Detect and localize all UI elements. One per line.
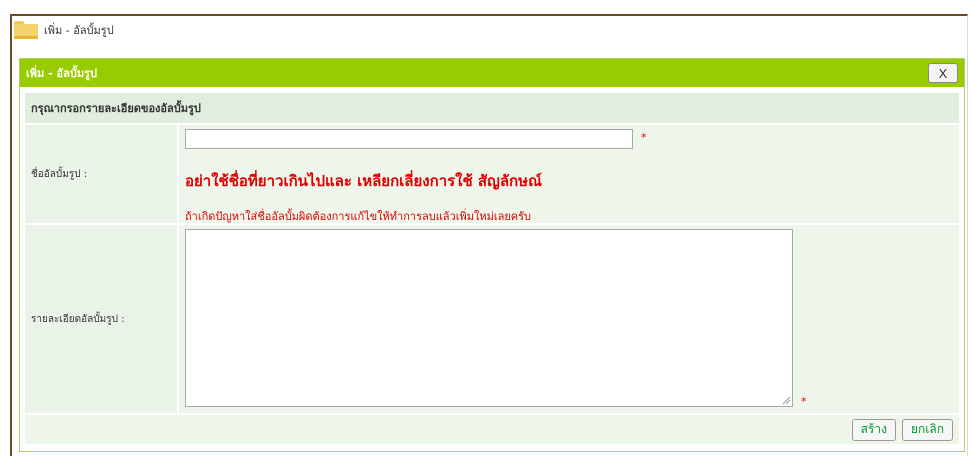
page-title: เพิ่ม - อัลบั้มรูป (44, 24, 114, 37)
resize-grip-icon[interactable] (781, 395, 791, 405)
section-heading: กรุณากรอกรายละเอียดของอัลบั้มรูป (25, 93, 959, 123)
cancel-button[interactable]: ยกเลิก (901, 418, 953, 441)
album-name-label: ชื่ออัลบั้มรูป : (25, 125, 177, 223)
album-name-cell: * อย่าใช้ชื่อที่ยาวเกินไปและ เหลียกเลี่ย… (179, 125, 959, 223)
album-name-required-mark: * (641, 131, 647, 144)
album-description-textarea[interactable] (185, 229, 793, 407)
folder-icon (14, 21, 38, 39)
dialog-title: เพิ่ม - อัลบั้มรูป (26, 67, 97, 80)
album-name-input[interactable] (185, 129, 633, 149)
page-header: เพิ่ม - อัลบั้มรูป (14, 20, 114, 40)
dialog-footer: สร้าง ยกเลิก (25, 415, 959, 444)
add-album-dialog: เพิ่ม - อัลบั้มรูป X กรุณากรอกรายละเอียด… (19, 58, 965, 452)
album-name-hint: ถ้าเกิดปัญหาใส่ชื่ออัลบั้มผิดต้องการแก้ไ… (185, 210, 532, 223)
close-button[interactable]: X (928, 63, 958, 83)
album-name-row: ชื่ออัลบั้มรูป : * อย่าใช้ชื่อที่ยาวเกิน… (25, 125, 959, 223)
close-icon: X (938, 65, 948, 81)
create-button[interactable]: สร้าง (851, 418, 896, 441)
dialog-titlebar: เพิ่ม - อัลบั้มรูป X (20, 59, 964, 87)
album-description-label: รายละเอียดอัลบั้มรูป : (25, 225, 177, 413)
album-description-cell: * (179, 225, 959, 413)
album-description-row: รายละเอียดอัลบั้มรูป : * (25, 225, 959, 413)
album-description-required-mark: * (801, 395, 807, 408)
album-name-warning: อย่าใช้ชื่อที่ยาวเกินไปและ เหลียกเลี่ยงก… (185, 172, 542, 190)
